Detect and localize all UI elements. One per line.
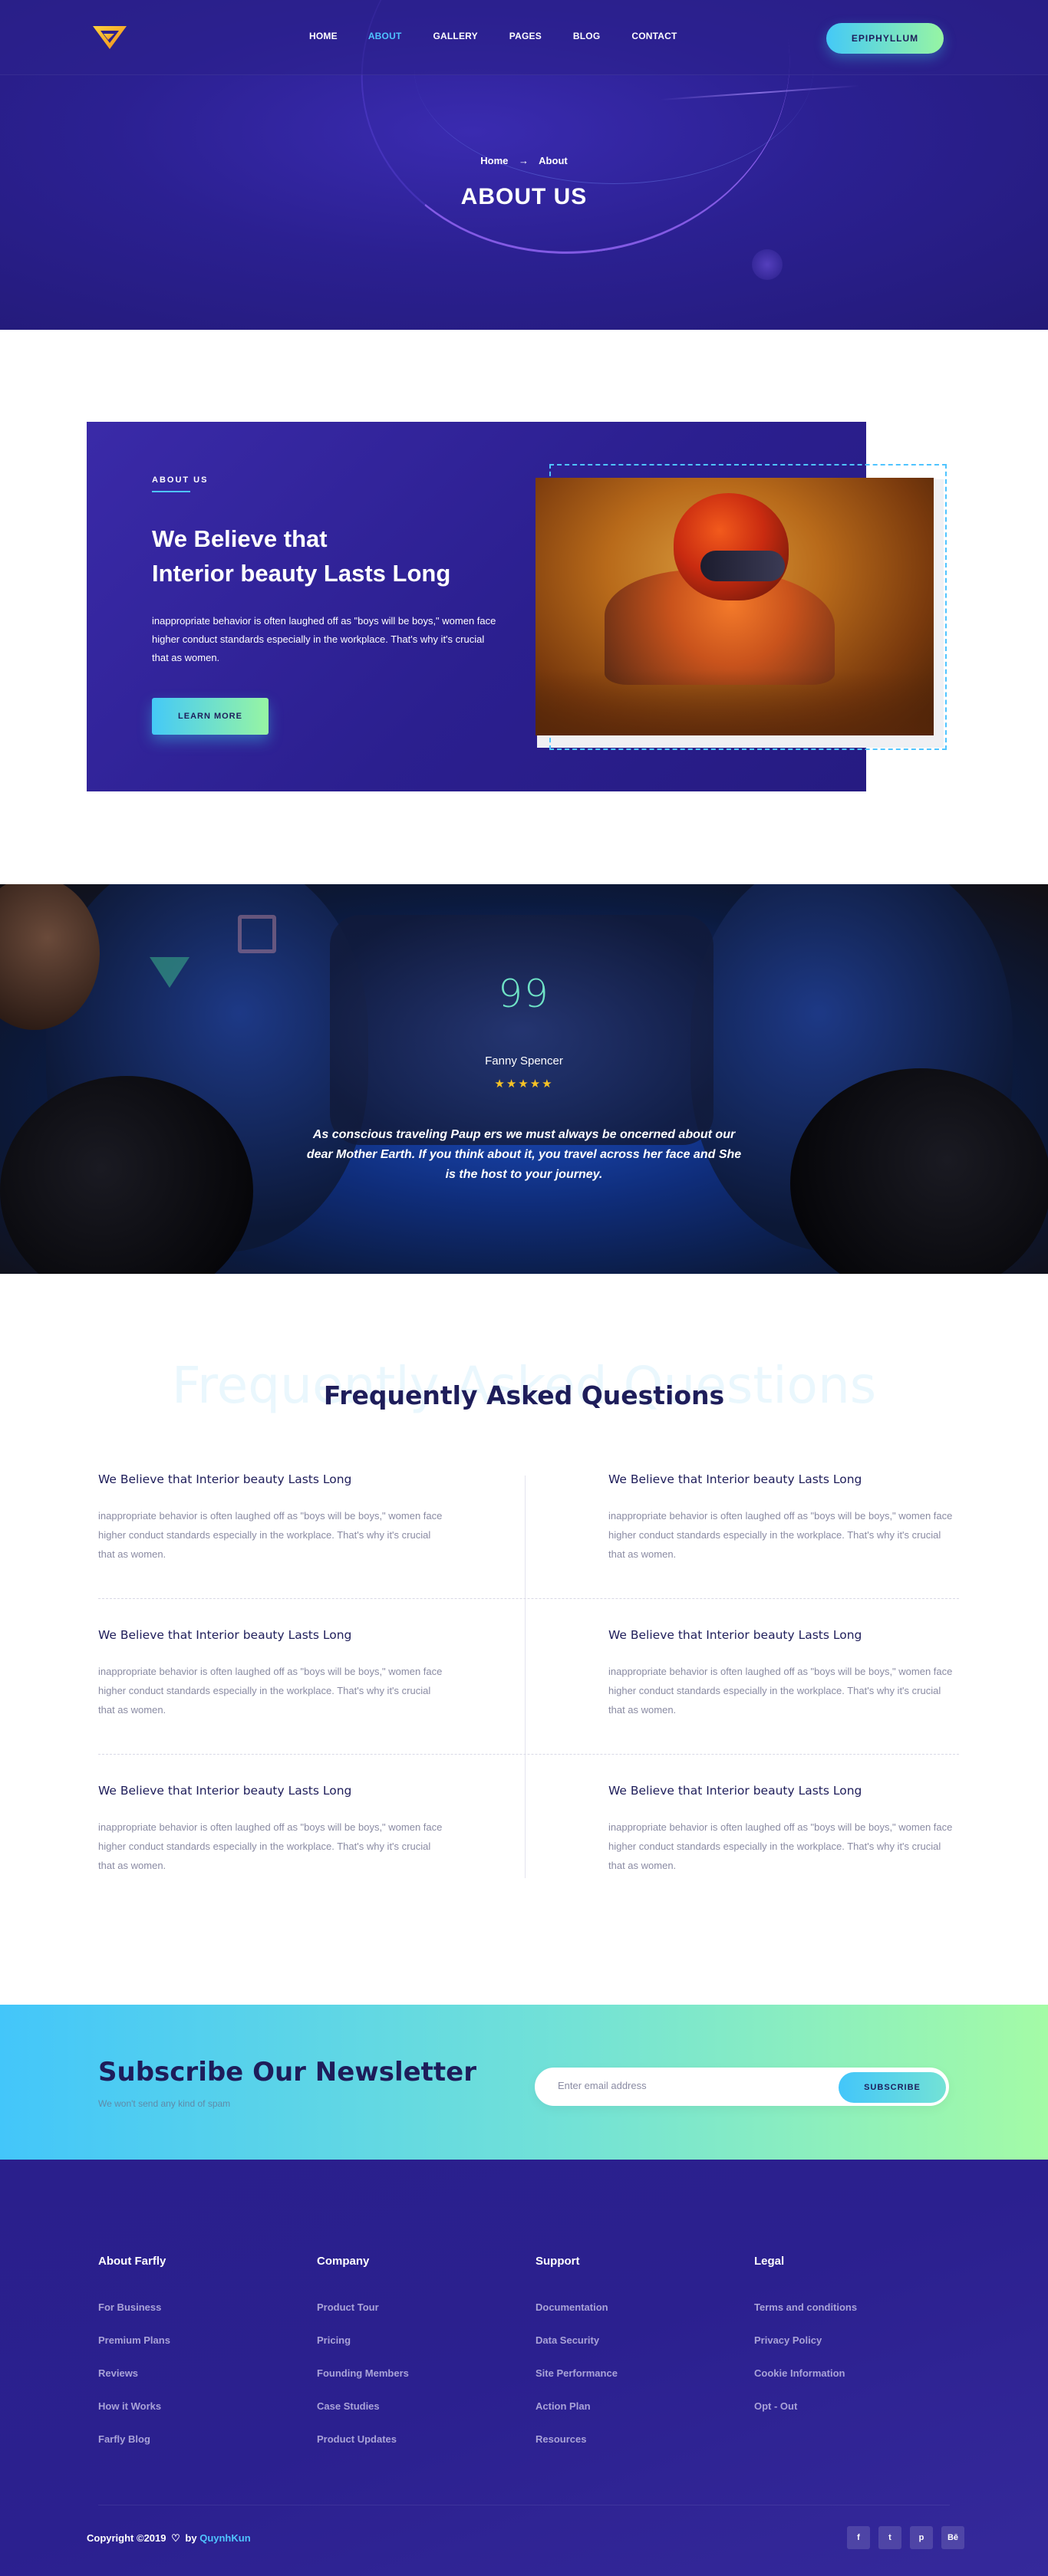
faq-question[interactable]: We Believe that Interior beauty Lasts Lo… [608,1628,954,1642]
footer-link[interactable]: Premium Plans [98,2334,282,2346]
behance-icon[interactable]: Bē [941,2526,964,2549]
footer-link[interactable]: Opt - Out [754,2400,938,2412]
motocross-rider-image [536,478,934,735]
footer-column-title: Support [536,2255,580,2268]
about-heading-line: Interior beauty Lasts Long [152,560,451,587]
newsletter-title: Subscribe Our Newsletter [98,2057,476,2087]
about-text: inappropriate behavior is often laughed … [152,615,496,663]
page-title: ABOUT US [460,184,588,209]
footer-link[interactable]: Product Updates [317,2433,501,2445]
footer-column-about: About Farfly For Business Premium Plans … [98,2255,282,2466]
faq-divider [98,1754,959,1755]
breadcrumb-home[interactable]: Home [480,155,508,166]
faq-divider [98,1598,959,1599]
quote-icon: 99 [498,972,550,1016]
footer-link[interactable]: Product Tour [317,2301,501,2313]
footer-link[interactable]: Resources [536,2433,720,2445]
star-rating: ★★★★★ [494,1077,554,1091]
hero-banner: HOME ABOUT GALLERY PAGES BLOG CONTACT EP… [0,0,1048,330]
email-input[interactable] [558,2080,788,2091]
faq-question[interactable]: We Believe that Interior beauty Lasts Lo… [98,1784,443,1798]
footer-column-legal: Legal Terms and conditions Privacy Polic… [754,2255,938,2433]
footer-link[interactable]: Terms and conditions [754,2301,938,2313]
newsletter-section: Subscribe Our Newsletter We won't send a… [0,2005,1048,2160]
breadcrumb-current: About [539,155,568,166]
faq-item: We Believe that Interior beauty Lasts Lo… [608,1628,954,1719]
nav-item-gallery[interactable]: GALLERY [433,31,477,41]
faq-item: We Believe that Interior beauty Lasts Lo… [608,1472,954,1564]
footer-link[interactable]: Pricing [317,2334,501,2346]
nav-item-about[interactable]: ABOUT [368,31,402,41]
epiphyllum-button[interactable]: EPIPHYLLUM [826,23,944,54]
footer-link[interactable]: Data Security [536,2334,720,2346]
footer-link[interactable]: Reviews [98,2367,282,2379]
navbar: HOME ABOUT GALLERY PAGES BLOG CONTACT EP… [0,0,1048,75]
breadcrumb: Home → About [0,155,1048,166]
nav-item-contact[interactable]: CONTACT [631,31,677,41]
footer-link[interactable]: Action Plan [536,2400,720,2412]
footer-link[interactable]: Documentation [536,2301,720,2313]
footer: About Farfly For Business Premium Plans … [0,2160,1048,2576]
faq-question[interactable]: We Believe that Interior beauty Lasts Lo… [98,1472,443,1486]
faq-answer: inappropriate behavior is often laughed … [98,1821,443,1871]
footer-column-title: Legal [754,2255,785,2268]
faq-divider [525,1476,526,1878]
subscribe-button[interactable]: SUBSCRIBE [839,2072,946,2103]
faq-answer: inappropriate behavior is often laughed … [608,1666,953,1716]
facebook-icon[interactable]: f [847,2526,870,2549]
faq-answer: inappropriate behavior is often laughed … [608,1510,953,1560]
footer-link[interactable]: Site Performance [536,2367,720,2379]
learn-more-button[interactable]: LEARN MORE [152,698,269,735]
about-eyebrow: ABOUT US [152,475,209,485]
testimonial-author: Fanny Spencer [485,1054,563,1068]
faq-answer: inappropriate behavior is often laughed … [608,1821,953,1871]
pinterest-icon[interactable]: p [910,2526,933,2549]
footer-column-title: Company [317,2255,370,2268]
testimonial-quote: As conscious traveling Paup ers we must … [306,1128,742,1181]
faq-item: We Believe that Interior beauty Lasts Lo… [98,1784,443,1875]
copyright-by: by [185,2532,197,2544]
nav-item-pages[interactable]: PAGES [509,31,542,41]
faq-grid: We Believe that Interior beauty Lasts Lo… [98,1472,959,1879]
social-links: f t p Bē [847,2526,964,2549]
faq-title: Frequently Asked Questions [323,1380,725,1410]
footer-link[interactable]: Case Studies [317,2400,501,2412]
faq-item: We Believe that Interior beauty Lasts Lo… [608,1784,954,1875]
faq-question[interactable]: We Believe that Interior beauty Lasts Lo… [608,1784,954,1798]
hero-decoration [752,249,783,280]
footer-link[interactable]: How it Works [98,2400,282,2412]
faq-item: We Believe that Interior beauty Lasts Lo… [98,1472,443,1564]
footer-column-support: Support Documentation Data Security Site… [536,2255,720,2466]
nav-item-blog[interactable]: BLOG [573,31,600,41]
heart-icon: ♡ [171,2532,180,2544]
footer-column-title: About Farfly [98,2255,166,2268]
faq-question[interactable]: We Believe that Interior beauty Lasts Lo… [98,1628,443,1642]
footer-link[interactable]: For Business [98,2301,282,2313]
newsletter-subtitle: We won't send any kind of spam [98,2098,231,2109]
footer-column-company: Company Product Tour Pricing Founding Me… [317,2255,501,2466]
faq-answer: inappropriate behavior is often laughed … [98,1666,443,1716]
author-link[interactable]: QuynhKun [199,2532,250,2544]
nav-item-home[interactable]: HOME [309,31,338,41]
faq-answer: inappropriate behavior is often laughed … [98,1510,443,1560]
faq-item: We Believe that Interior beauty Lasts Lo… [98,1628,443,1719]
logo-icon[interactable] [91,23,128,51]
footer-link[interactable]: Cookie Information [754,2367,938,2379]
main-nav: HOME ABOUT GALLERY PAGES BLOG CONTACT [307,31,677,41]
newsletter-form: SUBSCRIBE [535,2068,949,2106]
eyebrow-underline [152,491,190,492]
footer-link[interactable]: Privacy Policy [754,2334,938,2346]
copyright: Copyright ©2019 ♡ by QuynhKun [87,2532,251,2545]
footer-link[interactable]: Farfly Blog [98,2433,282,2445]
about-heading-line: We Believe that [152,525,328,552]
arrow-right-icon: → [519,155,529,166]
twitter-icon[interactable]: t [878,2526,901,2549]
copyright-text: Copyright ©2019 [87,2532,166,2544]
about-heading: We Believe that Interior beauty Lasts Lo… [152,521,482,591]
footer-link[interactable]: Founding Members [317,2367,501,2379]
faq-question[interactable]: We Believe that Interior beauty Lasts Lo… [608,1472,954,1486]
